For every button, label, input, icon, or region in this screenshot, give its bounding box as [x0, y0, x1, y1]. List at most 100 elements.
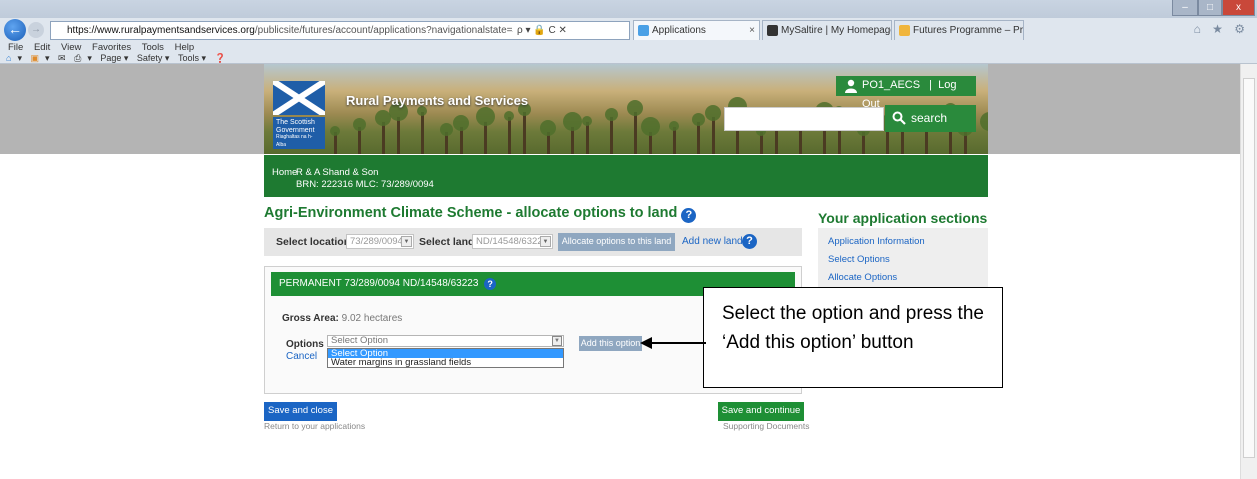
tree-canopy [640, 117, 660, 136]
mail-icon[interactable]: ✉ [58, 53, 66, 63]
tools-menu[interactable]: Tools ▾ [178, 53, 206, 63]
instruction-callout: Select the option and press the ‘Add thi… [703, 287, 1003, 388]
tree-canopy [604, 108, 618, 121]
page-scrollbar[interactable] [1240, 64, 1257, 479]
tab-label: Futures Programme – Process ... [913, 25, 1024, 36]
folder-icon [899, 25, 910, 36]
feeds-menu[interactable]: ▾ [45, 53, 50, 63]
search-input[interactable] [724, 107, 884, 131]
add-new-land-link[interactable]: Add new land [682, 236, 743, 247]
close-window-button[interactable]: x [1222, 0, 1255, 16]
minimize-button[interactable]: – [1172, 0, 1198, 16]
sidebar-item-allocate-options[interactable]: Allocate Options [828, 272, 897, 283]
save-and-close-hint: Return to your applications [264, 421, 366, 431]
sidebar-item-select-options[interactable]: Select Options [828, 254, 890, 265]
select-location-label: Select location [276, 236, 351, 248]
tree-canopy [475, 107, 495, 126]
menu-file[interactable]: File [8, 42, 23, 53]
print-icon[interactable]: ⎙ [74, 53, 81, 63]
home-favorites-tools-icons[interactable]: ⌂ ★ ⚙ [1194, 22, 1249, 36]
site-banner: The Scottish Government Riaghaltas na h-… [264, 64, 988, 154]
feeds-icon[interactable]: ▣ [30, 53, 39, 63]
allocate-options-button[interactable]: Allocate options to this land [558, 233, 675, 251]
logo-line: Riaghaltas na h-Alba [276, 134, 313, 148]
business-reference: BRN: 222316 MLC: 73/289/0094 [296, 179, 434, 190]
cancel-link[interactable]: Cancel [286, 351, 317, 362]
username[interactable]: PO1_AECS [862, 79, 920, 91]
page-title: Agri-Environment Climate Scheme - alloca… [264, 205, 697, 223]
tab-label: Applications [652, 25, 706, 36]
dropdown-option[interactable]: Water margins in grassland fields [328, 358, 563, 368]
help-icon[interactable]: ❓ [215, 53, 226, 63]
save-and-continue-hint: Supporting Documents [723, 421, 810, 431]
safety-menu[interactable]: Safety ▾ [137, 53, 170, 63]
close-tab-icon[interactable]: × [749, 21, 755, 40]
help-icon[interactable]: ? [681, 208, 697, 223]
location-select[interactable]: 73/289/0094 ▼ [346, 234, 414, 249]
help-icon[interactable]: ? [742, 234, 757, 249]
application-sections-sidebar: Application Information Select Options A… [818, 228, 988, 290]
land-value: ND/14548/63223 [476, 236, 548, 247]
search-icon [892, 111, 906, 125]
options-dropdown-list: Select Option Water margins in grassland… [327, 348, 564, 368]
tree-canopy [691, 113, 705, 126]
page-menu[interactable]: Page ▾ [100, 53, 128, 63]
url-host: https://www.ruralpaymentsandservices.org [67, 25, 255, 36]
command-bar: ⌂ ▾ ▣ ▾ ✉ ⎙ ▾ Page ▾ Safety ▾ Tools ▾ ❓ [0, 53, 226, 64]
menu-edit[interactable]: Edit [34, 42, 50, 53]
land-selection-bar: Select location 73/289/0094 ▼ Select lan… [264, 228, 802, 256]
tab-applications[interactable]: Applications × [633, 20, 760, 40]
help-icon[interactable]: ? [484, 278, 497, 290]
save-and-close-button[interactable]: Save and close [264, 402, 337, 421]
tree-canopy [352, 118, 366, 131]
sidebar-item-application-information[interactable]: Application Information [828, 236, 925, 247]
tree-trunk [610, 117, 613, 154]
page-title-text: Agri-Environment Climate Scheme - alloca… [264, 205, 678, 221]
land-select[interactable]: ND/14548/63223 ▼ [472, 234, 553, 249]
logo-text: The Scottish Government Riaghaltas na h-… [273, 117, 325, 149]
logo-line: The Scottish [276, 119, 315, 126]
tab-mysaltire[interactable]: MySaltire | My Homepage [762, 20, 892, 40]
save-and-continue-button[interactable]: Save and continue [718, 402, 804, 421]
search-button[interactable]: search [885, 105, 976, 132]
tree-trunk [673, 127, 676, 154]
user-bar: PO1_AECS | Log Out [836, 76, 976, 110]
tree-canopy [330, 126, 340, 136]
chevron-down-icon: ▼ [540, 236, 551, 247]
title-bar: – □ x [0, 0, 1257, 18]
menu-view[interactable]: View [61, 42, 81, 53]
forward-arrow-icon[interactable]: → [28, 22, 44, 38]
options-label: Options [286, 339, 324, 350]
tree-canopy [979, 112, 988, 131]
chevron-down-icon: ▼ [401, 236, 412, 247]
address-bar-icons[interactable]: ρ ▾ 🔒 C ✕ [513, 21, 630, 40]
panel-title: PERMANENT 73/289/0094 ND/14548/63223 [279, 278, 479, 289]
sidebar-title: Your application sections [818, 210, 988, 226]
tree-trunk [508, 117, 511, 154]
print-menu[interactable]: ▾ [87, 53, 92, 63]
menu-favorites[interactable]: Favorites [92, 42, 131, 53]
user-icon [845, 79, 857, 93]
maximize-button[interactable]: □ [1198, 0, 1222, 16]
back-arrow-icon[interactable]: ← [4, 19, 26, 41]
search-label: search [911, 111, 948, 125]
options-select[interactable]: Select Option ▼ [327, 335, 564, 347]
location-value: 73/289/0094 [350, 236, 403, 247]
tree-trunk [421, 112, 424, 154]
tree-trunk [634, 112, 637, 154]
tree-trunk [586, 122, 589, 154]
breadcrumb-home[interactable]: Home [272, 167, 297, 178]
menu-help[interactable]: Help [175, 42, 195, 53]
tree-canopy [705, 105, 721, 121]
tab-label: MySaltire | My Homepage [781, 25, 892, 36]
mysaltire-icon [767, 25, 778, 36]
scottish-government-logo[interactable]: The Scottish Government Riaghaltas na h-… [273, 81, 325, 149]
home-menu[interactable]: ▾ [17, 53, 22, 63]
menu-tools[interactable]: Tools [142, 42, 164, 53]
separator: | [929, 79, 933, 91]
scrollbar-thumb[interactable] [1243, 78, 1255, 458]
options-selected-value: Select Option [331, 335, 389, 346]
tab-futures[interactable]: Futures Programme – Process ... [894, 20, 1024, 40]
home-icon[interactable]: ⌂ [6, 53, 11, 63]
add-this-option-button[interactable]: Add this option [579, 336, 642, 351]
